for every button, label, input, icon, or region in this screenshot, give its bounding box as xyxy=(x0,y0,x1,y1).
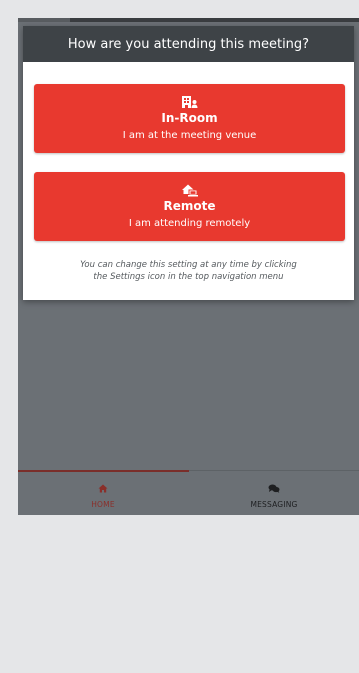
building-user-icon xyxy=(181,95,199,109)
home-icon xyxy=(98,478,108,497)
settings-hint-line-2: the Settings icon in the top navigation … xyxy=(93,272,284,282)
in-room-title: In-Room xyxy=(161,110,218,125)
remote-button[interactable]: Remote I am attending remotely xyxy=(34,172,345,241)
modal-header: How are you attending this meeting? xyxy=(23,26,354,62)
house-laptop-icon xyxy=(181,183,199,197)
nav-item-home[interactable]: HOME xyxy=(18,471,188,515)
settings-hint: You can change this setting at any time … xyxy=(43,259,334,283)
remote-title: Remote xyxy=(163,198,216,213)
settings-hint-line-1: You can change this setting at any time … xyxy=(80,260,297,270)
in-room-button[interactable]: In-Room I am at the meeting venue xyxy=(34,84,345,153)
nav-label-messaging: MESSAGING xyxy=(250,500,298,509)
remote-subtitle: I am attending remotely xyxy=(128,217,251,229)
app-frame: How are you attending this meeting? In-R… xyxy=(18,18,359,515)
top-navigation-bar xyxy=(18,18,359,22)
nav-label-home: HOME xyxy=(91,500,115,509)
modal-title: How are you attending this meeting? xyxy=(67,36,310,52)
bottom-navigation: HOME MESSAGING xyxy=(18,470,359,515)
top-navigation-accent xyxy=(18,18,70,22)
in-room-subtitle: I am at the meeting venue xyxy=(122,129,257,141)
attendance-modal: How are you attending this meeting? In-R… xyxy=(23,26,354,300)
chat-bubbles-icon xyxy=(268,478,280,497)
nav-item-messaging[interactable]: MESSAGING xyxy=(189,471,359,515)
